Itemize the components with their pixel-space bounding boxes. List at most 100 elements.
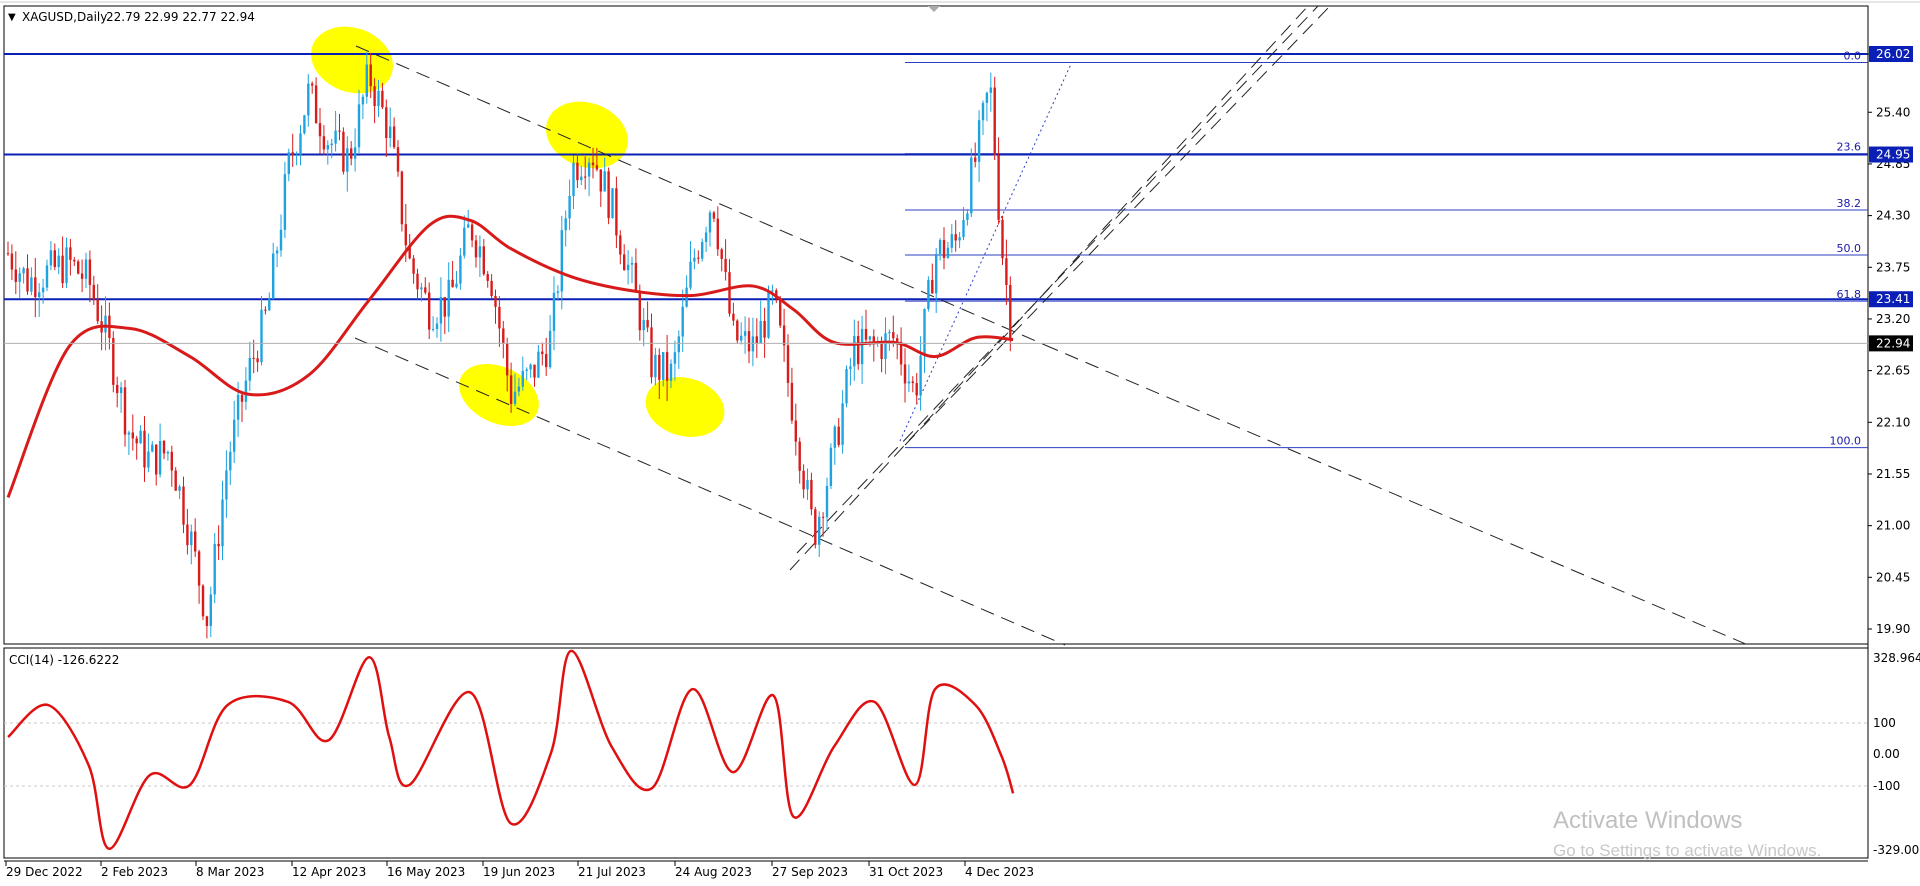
candle-body	[740, 335, 743, 341]
candle-body	[88, 259, 92, 285]
candle-body	[41, 287, 45, 293]
candle-body	[572, 162, 575, 197]
candle-body	[424, 287, 427, 293]
candle-body	[490, 280, 493, 296]
candle-body	[275, 250, 279, 254]
candle-body	[584, 176, 587, 178]
candle-body	[412, 258, 415, 274]
fib-level-label: 50.0	[1837, 242, 1862, 255]
candle-body	[162, 440, 166, 454]
candle-body	[213, 543, 216, 595]
price-tick-label: 25.40	[1876, 105, 1910, 119]
candle-body	[845, 368, 848, 404]
candle-body	[552, 292, 556, 331]
candle-body	[743, 331, 747, 336]
candle-body	[353, 147, 357, 159]
candle-body	[431, 328, 435, 330]
candle-body	[537, 351, 540, 378]
candle-body	[701, 241, 704, 259]
candle-body	[256, 358, 259, 363]
candle-body	[365, 64, 368, 97]
candle-body	[580, 176, 583, 181]
candle-body	[545, 354, 548, 368]
scroll-marker-icon[interactable]	[928, 6, 940, 12]
candle-body	[143, 430, 146, 468]
candle-body	[942, 240, 946, 258]
fib-level-label: 38.2	[1837, 197, 1862, 210]
candle-body	[338, 130, 341, 132]
candle-body	[681, 306, 684, 337]
time-tick-label: 8 Mar 2023	[196, 865, 264, 879]
candle-body	[977, 120, 981, 162]
candle-body	[677, 336, 680, 353]
candle-body	[634, 262, 638, 292]
cci-levels	[4, 722, 1868, 787]
candle-body	[903, 364, 907, 384]
ohlc-values: 22.79 22.99 22.77 22.94	[106, 10, 255, 24]
cci-line	[7, 649, 1015, 850]
candle-body	[849, 366, 852, 369]
candle-body	[591, 162, 595, 166]
candle-body	[623, 254, 626, 271]
candle-body	[486, 274, 489, 281]
candle-body	[868, 336, 872, 340]
candle-body	[541, 351, 544, 355]
candle-body	[194, 531, 197, 552]
price-tick-label: 21.00	[1876, 519, 1910, 533]
time-tick-label: 29 Dec 2022	[6, 865, 83, 879]
candle-body	[248, 357, 251, 381]
channel-upper-extension	[1044, 344, 1749, 646]
candle-body	[946, 247, 950, 258]
candle-body	[127, 432, 131, 435]
candle-body	[385, 107, 388, 138]
candle-body	[693, 257, 696, 262]
price-tick-label: 23.75	[1876, 260, 1910, 274]
candle-body	[178, 486, 181, 491]
candle-body	[147, 451, 150, 468]
candle-body	[373, 86, 376, 107]
candle-body	[997, 155, 1000, 220]
candle-body	[205, 616, 209, 626]
fibonacci-retracement[interactable]: 0.0 23.6 38.2 50.0 61.8 100.0	[905, 49, 1868, 449]
candle-body	[350, 148, 353, 159]
candle-body	[420, 287, 423, 290]
candle-body	[299, 133, 302, 155]
candle-body	[771, 290, 774, 292]
cci-axis-label: 100	[1873, 716, 1896, 730]
price-tick-label: 23.20	[1876, 312, 1910, 326]
price-tick-label: 22.65	[1876, 364, 1910, 378]
candle-body	[396, 147, 400, 172]
candle-body	[564, 218, 567, 231]
time-tick-label: 2 Feb 2023	[101, 865, 168, 879]
collapse-triangle-icon[interactable]: ▼	[8, 12, 16, 23]
candle-body	[73, 259, 76, 262]
candle-body	[295, 154, 298, 156]
candle-body	[26, 268, 29, 292]
price-tick-label: 24.30	[1876, 209, 1910, 223]
cci-axis-label: 328.964	[1873, 651, 1920, 665]
candle-body	[209, 594, 212, 626]
candle-body	[673, 352, 677, 364]
candle-body	[993, 87, 996, 156]
candle-body	[529, 364, 532, 370]
candle-body	[135, 438, 138, 444]
candle-body	[841, 403, 844, 445]
candle-body	[595, 165, 599, 170]
candle-body	[782, 325, 786, 346]
candle-body	[455, 283, 458, 288]
candle-body	[467, 224, 470, 228]
candle-body	[767, 291, 770, 338]
trend-lines[interactable]	[354, 5, 1749, 646]
candle-body	[38, 292, 41, 298]
candle-body	[201, 585, 205, 617]
candle-body	[985, 92, 989, 103]
candle-body	[342, 131, 345, 172]
candle-body	[599, 169, 602, 192]
candle-body	[662, 352, 665, 380]
candle-body	[272, 253, 275, 299]
candle-body	[182, 486, 185, 525]
candle-body	[318, 123, 322, 137]
time-tick-label: 12 Apr 2023	[292, 865, 366, 879]
candle-body	[794, 420, 797, 442]
candle-body	[818, 516, 821, 545]
